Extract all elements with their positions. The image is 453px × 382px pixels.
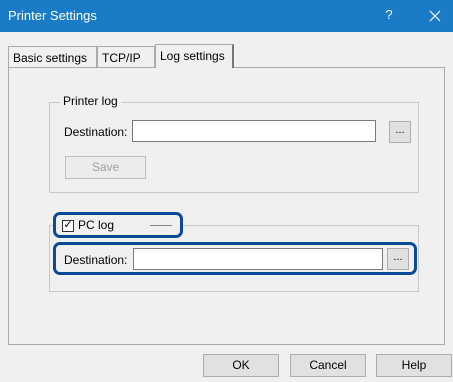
pc-log-checkbox[interactable]: ✓ xyxy=(62,220,74,232)
tab-basic-settings[interactable]: Basic settings xyxy=(8,46,97,68)
tab-log-settings[interactable]: Log settings xyxy=(155,44,234,68)
printer-log-destination-field[interactable] xyxy=(132,120,376,142)
ok-button[interactable]: OK xyxy=(203,354,279,377)
focus-indicator xyxy=(150,225,172,226)
dialog-footer: OK Cancel Help xyxy=(0,346,453,382)
title-bar: Printer Settings ? xyxy=(0,0,453,32)
printer-settings-window: Printer Settings ? Basic settings TCP/IP… xyxy=(0,0,453,382)
cancel-button[interactable]: Cancel xyxy=(290,354,366,377)
printer-log-destination-label: Destination: xyxy=(64,125,128,139)
pc-log-browse-button[interactable]: ... xyxy=(387,248,409,270)
printer-log-legend: Printer log xyxy=(60,94,121,108)
pc-log-destination-label: Destination: xyxy=(64,253,128,267)
window-title: Printer Settings xyxy=(8,8,97,23)
tab-tcp-ip[interactable]: TCP/IP xyxy=(97,46,155,68)
printer-log-browse-button[interactable]: ... xyxy=(389,121,411,143)
printer-log-group: Printer log xyxy=(49,94,419,193)
save-button[interactable]: Save xyxy=(65,156,146,179)
pc-log-checkbox-label[interactable]: PC log xyxy=(78,218,114,232)
help-button[interactable]: Help xyxy=(376,354,452,377)
pc-log-highlight: ✓ PC log xyxy=(53,212,183,238)
pc-log-destination-field[interactable] xyxy=(133,248,383,270)
close-icon[interactable] xyxy=(426,6,444,26)
help-icon[interactable]: ? xyxy=(382,7,396,25)
